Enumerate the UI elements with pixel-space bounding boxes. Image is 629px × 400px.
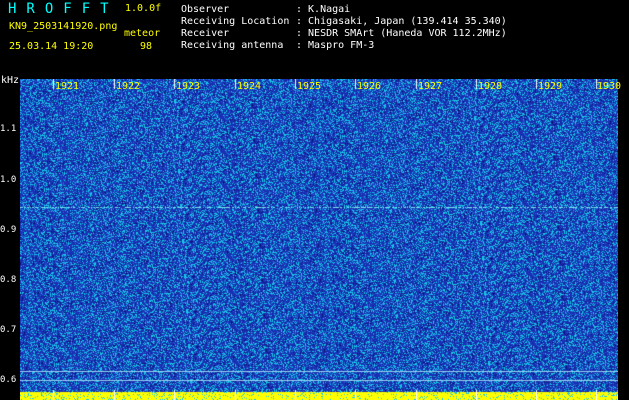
header-panel: HROFFT 1.0.0f KN9_2503141920.png meteor …	[0, 0, 629, 75]
x-tick-label: 1922	[116, 81, 141, 92]
x-tick-label: 1921	[55, 81, 80, 92]
y-tick-label: 0.7	[0, 325, 17, 335]
date-time: 25.03.14 19:20	[9, 41, 94, 52]
observer-label: Observer	[181, 4, 230, 15]
y-tick-label: 1.0	[0, 175, 17, 185]
meteor-label: meteor	[124, 28, 161, 39]
x-tick-label: 1926	[357, 81, 382, 92]
antenna-label: Receiving antenna	[181, 40, 284, 51]
y-tick-label: 0.6	[0, 375, 17, 385]
x-tick-label: 1925	[297, 81, 322, 92]
x-tick-label: 1924	[237, 81, 262, 92]
x-tick-label: 1930	[597, 81, 622, 92]
file-name: KN9_2503141920.png	[9, 21, 118, 32]
location-value: : Chigasaki, Japan (139.414 35.340)	[296, 16, 507, 27]
version-label: 1.0.0f	[125, 3, 162, 14]
spectrogram-canvas	[20, 79, 618, 400]
x-tick-label: 1929	[538, 81, 563, 92]
y-tick-label: 0.9	[0, 225, 17, 235]
receiver-value: : NESDR SMArt (Haneda VOR 112.2MHz)	[296, 28, 507, 39]
y-axis-unit: kHz	[1, 75, 20, 86]
observer-value: : K.Nagai	[296, 4, 351, 15]
y-tick-label: 1.1	[0, 124, 17, 134]
x-tick-label: 1923	[176, 81, 201, 92]
location-label: Receiving Location	[181, 16, 290, 27]
x-tick-label: 1927	[418, 81, 443, 92]
y-tick-label: 0.8	[0, 275, 17, 285]
app-logo: HROFFT	[8, 1, 119, 17]
receiver-label: Receiver	[181, 28, 230, 39]
meteor-count: 98	[140, 41, 153, 52]
antenna-value: : Maspro FM-3	[296, 40, 375, 51]
x-tick-label: 1928	[478, 81, 503, 92]
